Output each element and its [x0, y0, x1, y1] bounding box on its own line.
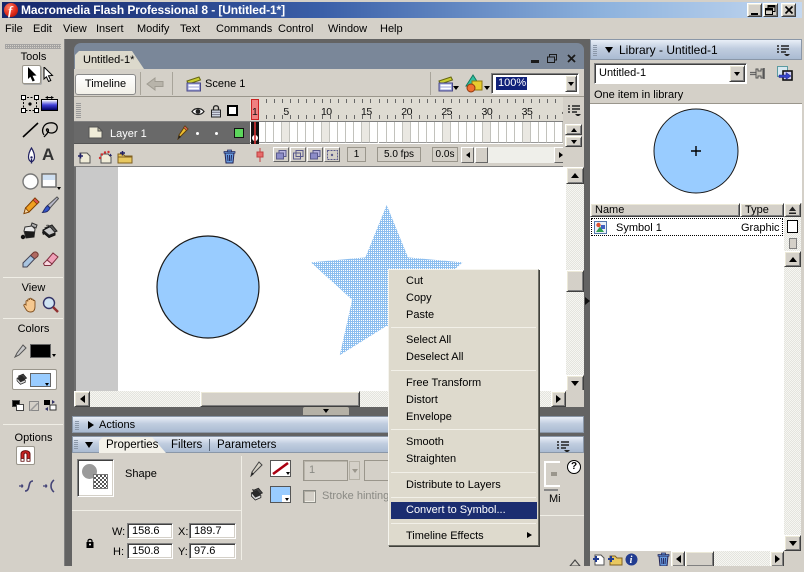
svg-text:i: i [630, 555, 633, 566]
